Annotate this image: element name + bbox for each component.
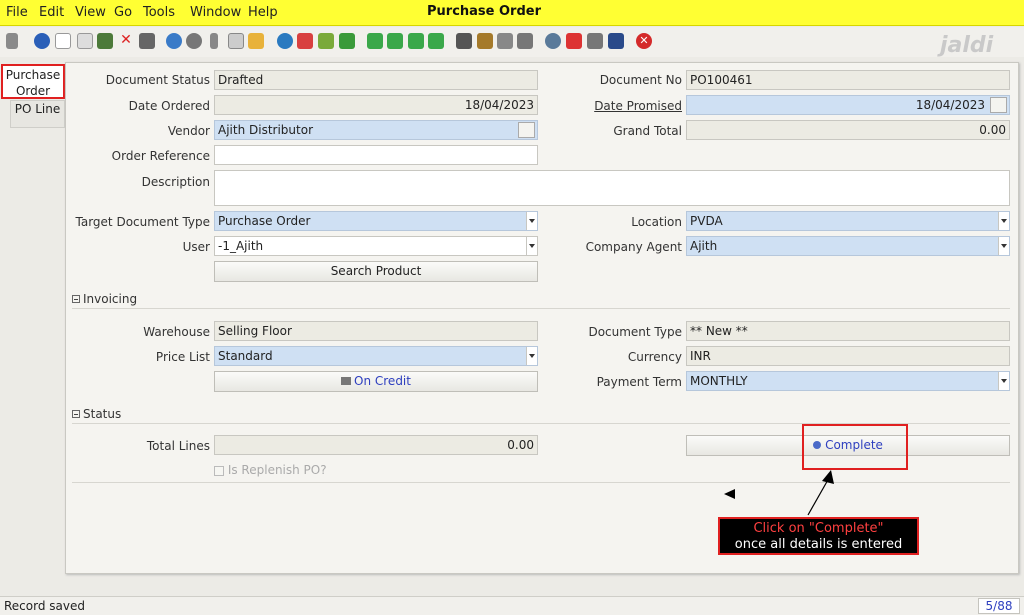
status-bar: Record saved 5/88 (0, 596, 1024, 615)
instruction-line-1: Click on "Complete" (753, 521, 884, 536)
record-counter[interactable]: 5/88 (978, 598, 1020, 614)
arrow-head (822, 470, 834, 484)
status-message: Record saved (4, 599, 85, 613)
arrow-line (807, 477, 830, 516)
cursor-pointer-icon (724, 489, 735, 499)
instruction-line-2: once all details is entered (734, 537, 903, 552)
instruction-note: Click on "Complete" once all details is … (718, 517, 919, 555)
